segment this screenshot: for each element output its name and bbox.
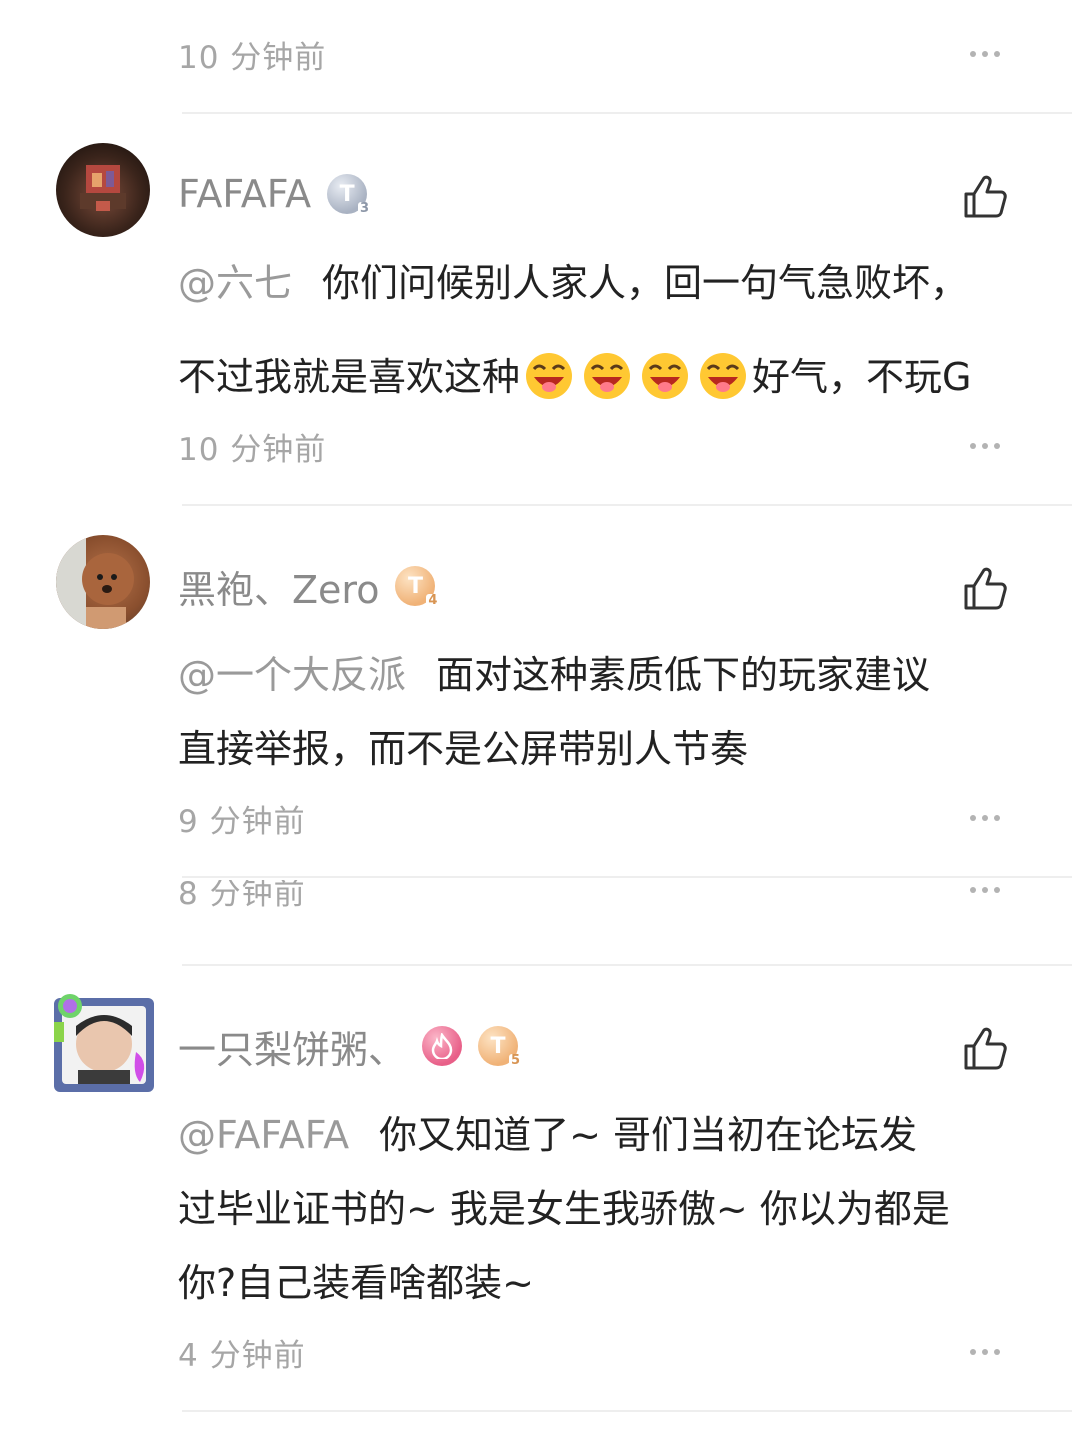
comment-line: 直接举报，而不是公屏带别人节奏 [178, 727, 749, 771]
avatar[interactable] [56, 535, 150, 629]
comment-header: 一只梨饼粥、 T5 [178, 1018, 523, 1074]
comment-header: FAFAFA T3 [178, 166, 372, 222]
laughing-tongue-emoji-icon [526, 352, 573, 399]
clipped-comment-footer: 8 分钟前 [178, 880, 1004, 920]
more-options-button[interactable] [966, 807, 1004, 829]
thumbs-up-icon[interactable] [960, 564, 1010, 614]
level-badge-icon: T5 [478, 1026, 523, 1068]
comment-text-line: @六七 你们问候别人家人，回一句气急败坏， [178, 252, 1018, 307]
mention-link[interactable]: @FAFAFA [178, 1113, 349, 1157]
divider [182, 876, 1072, 878]
thumbs-up-icon[interactable] [960, 1024, 1010, 1074]
avatar[interactable] [56, 143, 150, 237]
comment-header: 黑袍、Zero T4 [178, 558, 440, 614]
divider [182, 1410, 1072, 1412]
comment-line: 不过我就是喜欢这种 [178, 355, 521, 399]
comment-text-line: 不过我就是喜欢这种 好气，不玩G [178, 346, 1018, 401]
comment-text-line: @一个大反派 面对这种素质低下的玩家建议 [178, 644, 1018, 699]
comment-footer: 10 分钟前 [178, 426, 1004, 468]
comment-line: 你?自己装看啥都装~ [178, 1261, 535, 1305]
laughing-tongue-emoji-icon [584, 352, 631, 399]
laughing-tongue-emoji-icon [642, 352, 689, 399]
comment-line: 面对这种素质低下的玩家建议 [436, 653, 931, 697]
avatar[interactable] [48, 992, 160, 1098]
laughing-tongue-emoji-icon [700, 352, 747, 399]
comment-footer: 9 分钟前 [178, 798, 1004, 840]
mention-link[interactable]: @六七 [178, 261, 292, 305]
comment-text-line: 直接举报，而不是公屏带别人节奏 [178, 718, 1018, 773]
comment-footer: 4 分钟前 [178, 1332, 1004, 1374]
comment-text-line: 过毕业证书的~ 我是女生我骄傲~ 你以为都是 [178, 1178, 1018, 1233]
comment-time: 10 分钟前 [178, 39, 327, 76]
level-badge-icon: T3 [327, 174, 372, 216]
username[interactable]: 一只梨饼粥、 [178, 1019, 406, 1074]
flame-icon [422, 1026, 463, 1066]
level-badge-icon: T4 [395, 566, 440, 608]
username[interactable]: 黑袍、Zero [178, 559, 379, 614]
comment-line: 好气，不玩G [752, 355, 972, 399]
comment-text-line: 你?自己装看啥都装~ [178, 1252, 1018, 1307]
comment-time: 4 分钟前 [178, 1337, 306, 1374]
comment-line: 你又知道了~ 哥们当初在论坛发 [379, 1113, 918, 1157]
more-options-button[interactable] [966, 1341, 1004, 1363]
more-options-button[interactable] [966, 43, 1004, 65]
comment-time: 8 分钟前 [178, 880, 306, 912]
divider [182, 504, 1072, 506]
divider [182, 964, 1072, 966]
comment-line: 你们问候别人家人，回一句气急败坏， [322, 261, 969, 305]
more-options-button[interactable] [966, 435, 1004, 457]
username[interactable]: FAFAFA [178, 172, 311, 216]
mention-link[interactable]: @一个大反派 [178, 653, 406, 697]
comment-footer-top: 10 分钟前 [178, 34, 1004, 76]
thumbs-up-icon[interactable] [960, 172, 1010, 222]
comment-text-line: @FAFAFA 你又知道了~ 哥们当初在论坛发 [178, 1104, 1018, 1159]
comment-time: 9 分钟前 [178, 803, 306, 840]
comment-line: 过毕业证书的~ 我是女生我骄傲~ 你以为都是 [178, 1187, 950, 1231]
comment-time: 10 分钟前 [178, 431, 327, 468]
more-options-button[interactable] [966, 880, 1004, 901]
divider [182, 112, 1072, 114]
